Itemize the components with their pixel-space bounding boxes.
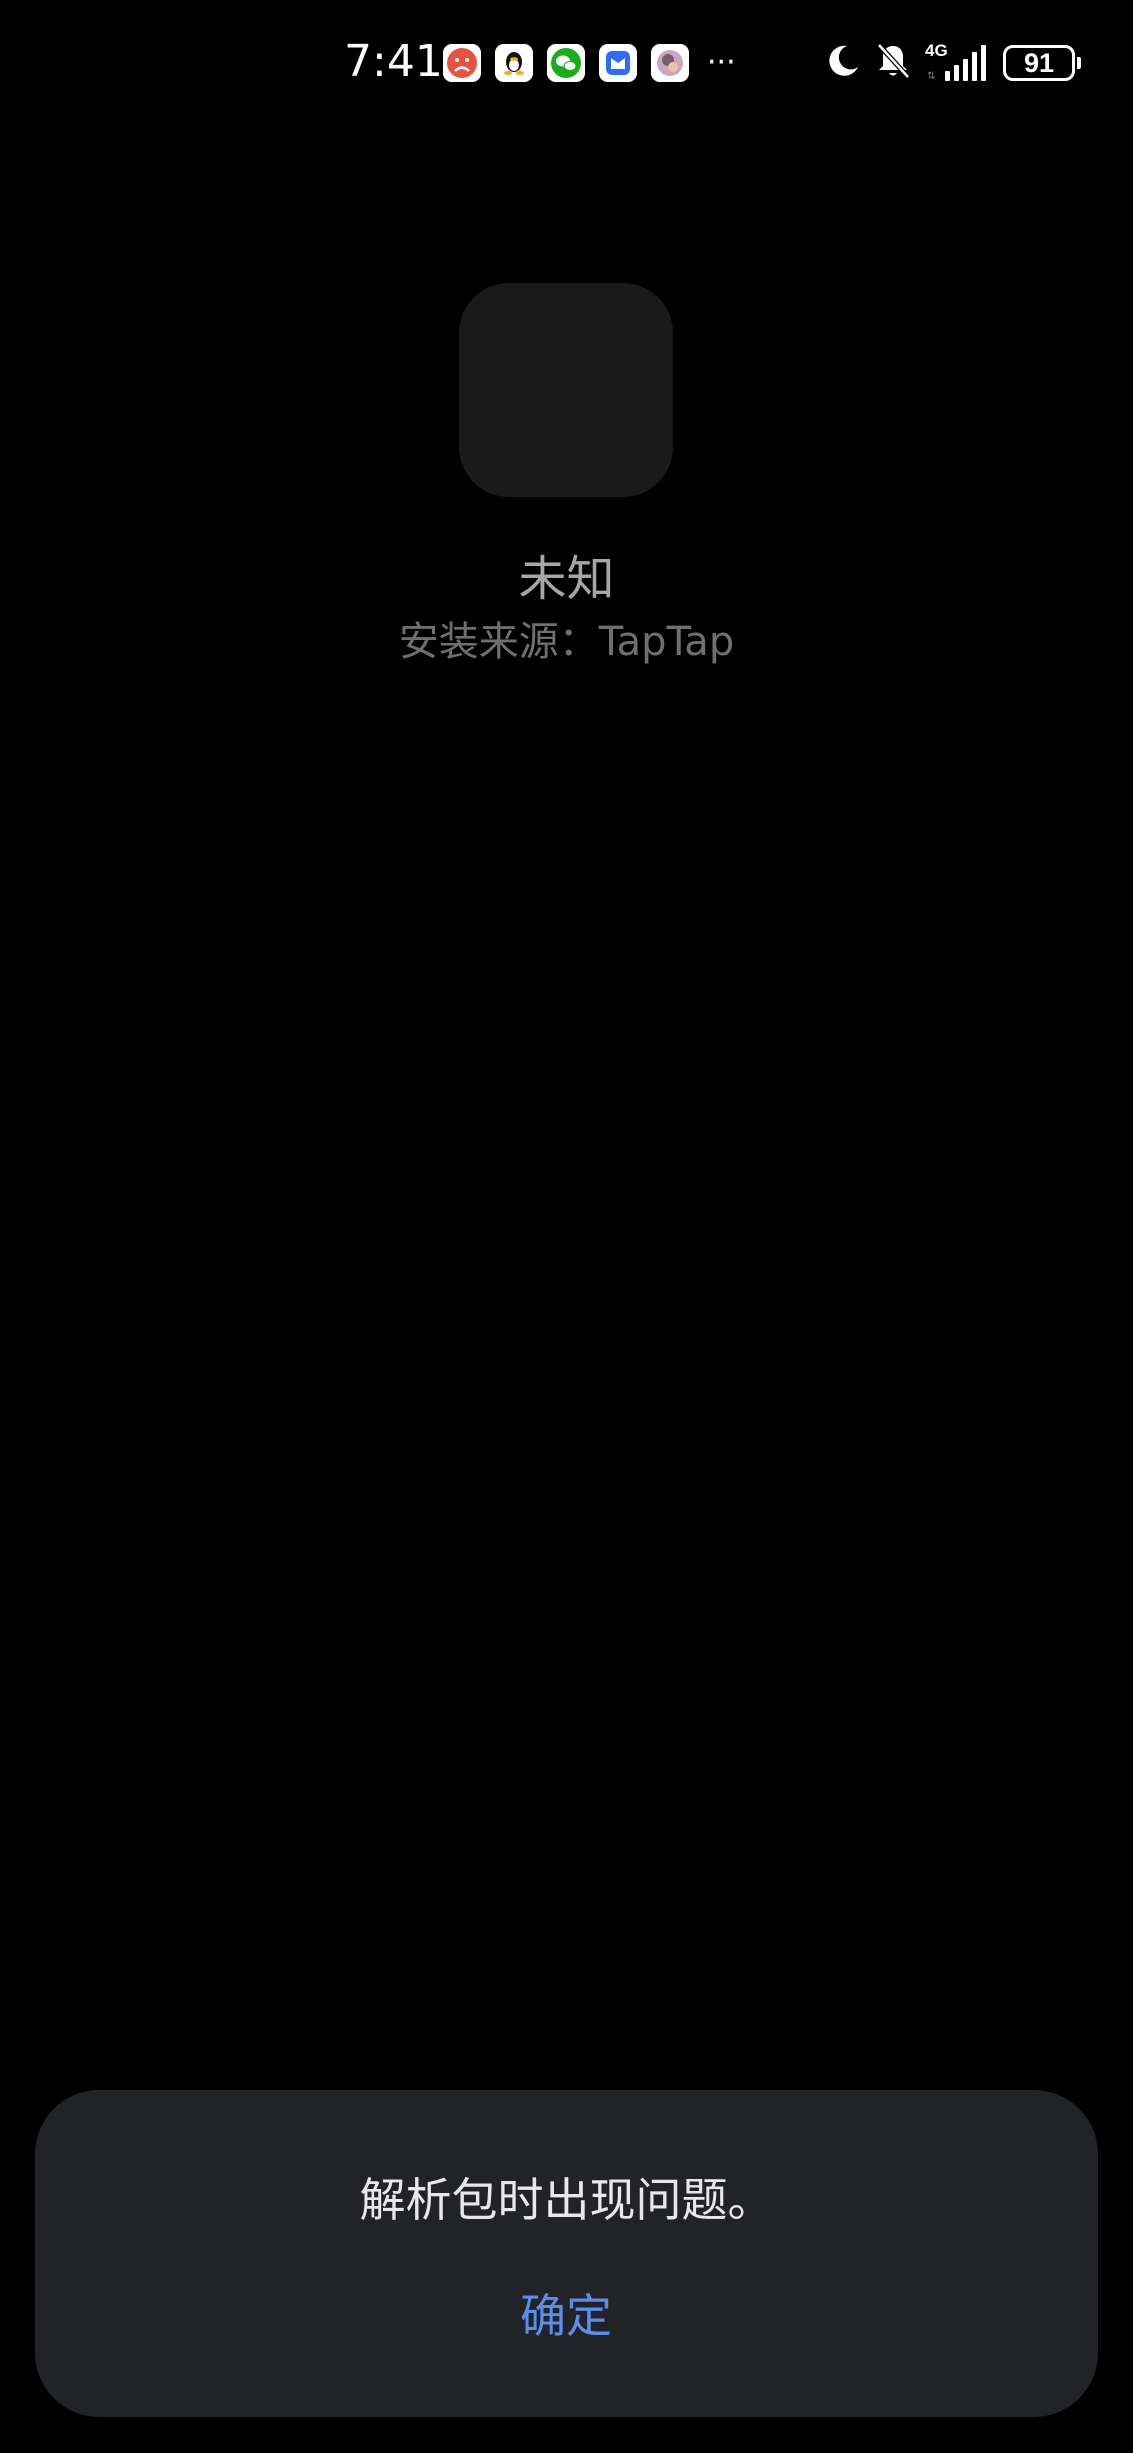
dialog-message: 解析包时出现问题。 [359, 2173, 774, 2227]
blue-mail-icon [599, 44, 637, 82]
notification-icons: ··· [443, 44, 736, 82]
app-name: 未知 [518, 551, 615, 607]
svg-text:⇅: ⇅ [927, 71, 935, 82]
bell-muted-icon [875, 42, 911, 84]
battery-icon: 91 [1003, 45, 1081, 81]
avatar-app-icon [651, 44, 689, 82]
status-bar: 7:41 ··· 4G ⇅ 91 [0, 0, 1133, 125]
more-notifications-indicator: ··· [707, 45, 736, 80]
status-time: 7:41 [344, 36, 443, 87]
battery-level: 91 [1023, 47, 1055, 78]
qq-icon [495, 44, 533, 82]
error-dialog: 解析包时出现问题。 确定 [35, 2090, 1098, 2417]
confirm-button[interactable]: 确定 [466, 2276, 666, 2356]
moon-icon [825, 43, 861, 83]
app-red-face-icon [443, 44, 481, 82]
system-icons: 4G ⇅ 91 [825, 38, 1081, 88]
wechat-icon [547, 44, 585, 82]
install-source-label: 安装来源：TapTap [398, 619, 735, 665]
signal-icon: 4G ⇅ [925, 41, 989, 83]
app-icon-placeholder [459, 283, 673, 497]
